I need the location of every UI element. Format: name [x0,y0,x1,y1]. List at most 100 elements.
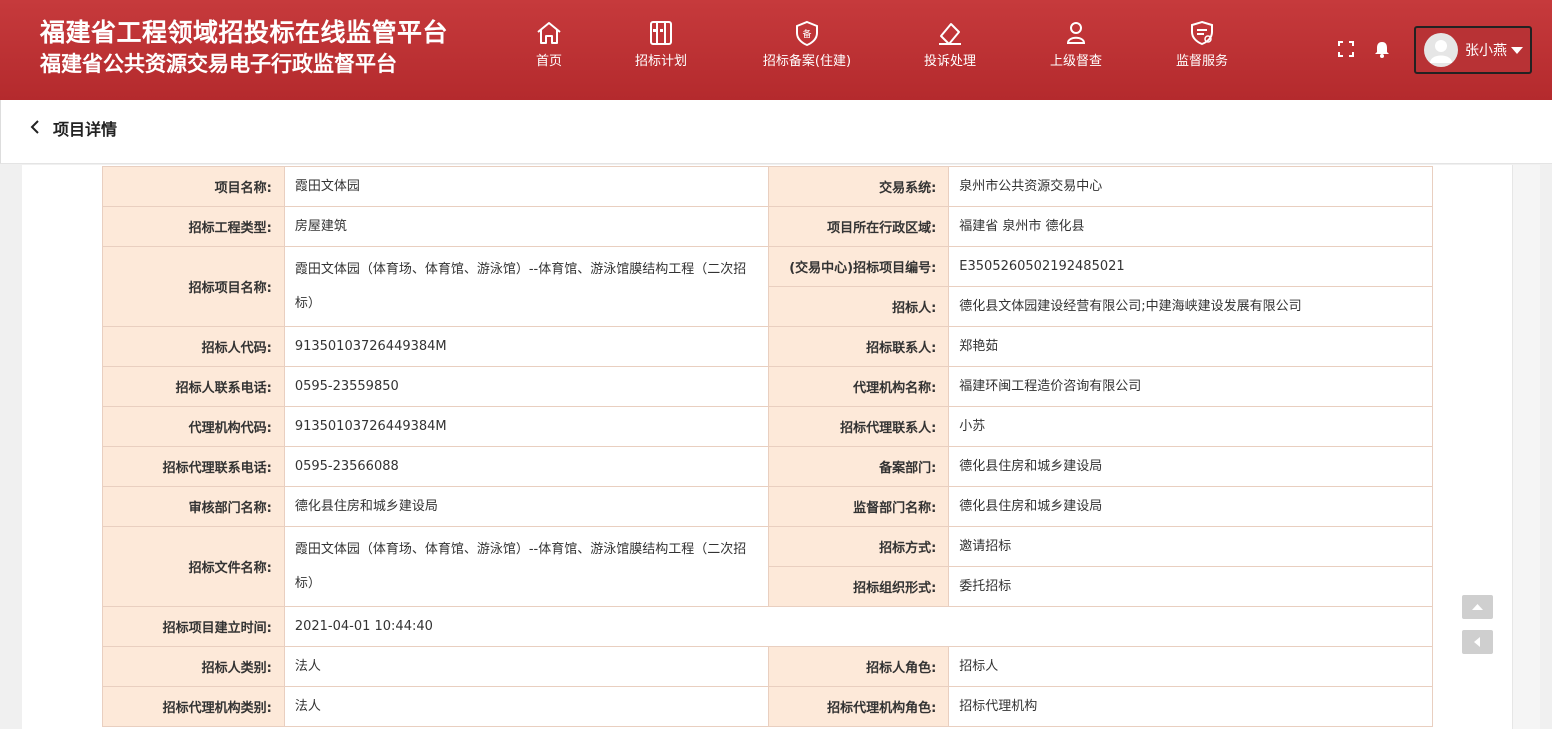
platform-brand[interactable]: 福建省工程领域招投标在线监管平台 福建省公共资源交易电子行政监督平台 [40,17,448,79]
avatar [1424,33,1458,67]
nav-bid-record-label: 招标备案(住建) [762,54,852,69]
field-label: 招标项目名称: [102,246,285,327]
table-row: 项目名称: 霞田文体园 交易系统: 泉州市公共资源交易中心 [102,166,1433,207]
table-row: 招标人联系电话: 0595-23559850 代理机构名称: 福建环闽工程造价咨… [102,366,1433,407]
field-label: 备案部门: [768,446,950,487]
supervise-dept-value: 德化县住房和城乡建设局 [948,486,1433,527]
nav-bid-plan[interactable]: 招标计划 [626,20,696,69]
nav-home-label: 首页 [535,54,562,69]
nav-bid-plan-label: 招标计划 [634,54,687,69]
agency-contact-value: 小苏 [948,406,1433,447]
table-row: 招标代理机构类别: 法人 招标代理机构角色: 招标代理机构 [102,686,1433,727]
user-menu[interactable]: 张小燕 [1414,26,1532,74]
field-label: 项目所在行政区域: [768,206,950,247]
field-label: 项目名称: [102,166,285,207]
field-label: 招标文件名称: [102,526,285,607]
plan-icon [650,21,672,45]
user-avatar-icon [1430,40,1452,63]
field-label: 交易系统: [768,166,950,207]
nav-complaint-label: 投诉处理 [923,54,976,69]
fullscreen-icon [1338,41,1354,57]
table-row: 招标代理联系电话: 0595-23566088 备案部门: 德化县住房和城乡建设… [102,446,1433,487]
field-label: 招标项目建立时间: [102,606,285,647]
bell-icon [1375,42,1389,58]
field-label: 招标人类别: [102,646,285,687]
region-value: 福建省 泉州市 德化县 [948,206,1433,247]
field-label: 招标人代码: [102,326,285,367]
back-button[interactable] [29,118,41,140]
nav-inspection-label: 上级督查 [1049,54,1102,69]
notification-button[interactable] [1373,40,1391,62]
triangle-up-icon [1472,604,1483,610]
field-label: 招标代理机构角色: [768,686,950,727]
field-label: 招标组织形式: [768,566,950,607]
field-label: 招标代理机构类别: [102,686,285,727]
table-row: 审核部门名称: 德化县住房和城乡建设局 监督部门名称: 德化县住房和城乡建设局 [102,486,1433,527]
table-row: 招标项目建立时间: 2021-04-01 10:44:40 [102,606,1434,647]
agency-name-value: 福建环闽工程造价咨询有限公司 [948,366,1433,407]
project-detail-table: 项目名称: 霞田文体园 交易系统: 泉州市公共资源交易中心 招标工程类型: 房屋… [102,166,1434,727]
home-icon [537,22,561,44]
nav-complaint[interactable]: 投诉处理 [918,20,982,69]
nav-home[interactable]: 首页 [527,20,571,69]
created-time-value: 2021-04-01 10:44:40 [283,606,1434,647]
user-name: 张小燕 [1465,43,1507,59]
table-row: 招标文件名称: 霞田文体园（体育场、体育馆、游泳馆）--体育馆、游泳馆膜结构工程… [102,526,1433,607]
nav-supervision-service[interactable]: 监督服务 [1170,20,1234,69]
inspector-icon [1066,22,1086,44]
record-dept-value: 德化县住房和城乡建设局 [948,446,1433,487]
supervision-service-icon [1191,20,1213,46]
tender-contact-value: 郑艳茹 [948,326,1433,367]
table-row: 招标工程类型: 房屋建筑 项目所在行政区域: 福建省 泉州市 德化县 [102,206,1433,247]
bid-doc-name-value: 霞田文体园（体育场、体育馆、游泳馆）--体育馆、游泳馆膜结构工程（二次招标） [283,526,770,607]
field-label: 监督部门名称: [768,486,950,527]
trade-system-value: 泉州市公共资源交易中心 [948,166,1433,207]
field-label: 招标人: [768,286,950,327]
table-row: 招标项目名称: 霞田文体园（体育场、体育馆、游泳馆）--体育馆、游泳馆膜结构工程… [102,246,1433,327]
bid-project-name-value: 霞田文体园（体育场、体育馆、游泳馆）--体育馆、游泳馆膜结构工程（二次招标） [283,246,770,327]
table-row: 招标人代码: 91350103726449384M 招标联系人: 郑艳茹 [102,326,1433,367]
top-header: 福建省工程领域招投标在线监管平台 福建省公共资源交易电子行政监督平台 首页 招标… [0,0,1552,100]
chevron-left-icon [30,120,39,134]
tenderer-type-value: 法人 [283,646,770,687]
field-label: 代理机构名称: [768,366,950,407]
field-label: 招标代理联系电话: [102,446,285,487]
field-label: 招标人角色: [768,646,950,687]
svg-text:备: 备 [802,28,811,40]
chevron-down-icon [1511,46,1523,54]
complaint-icon [939,23,961,45]
bid-org-value: 委托招标 [948,566,1433,607]
table-row: 招标人类别: 法人 招标人角色: 招标人 [102,646,1433,687]
nav-inspection[interactable]: 上级督查 [1044,20,1108,69]
triangle-left-icon [1474,637,1480,647]
page-title: 项目详情 [53,120,118,139]
field-label: 招标工程类型: [102,206,285,247]
fullscreen-button[interactable] [1337,40,1355,62]
record-shield-icon: 备 [796,20,818,46]
agency-code-value: 91350103726449384M [283,406,770,447]
tenderer-code-value: 91350103726449384M [283,326,770,367]
project-name-value: 霞田文体园 [283,166,770,207]
field-label: 招标联系人: [768,326,950,367]
field-label: 审核部门名称: [102,486,285,527]
table-row: 代理机构代码: 91350103726449384M 招标代理联系人: 小苏 [102,406,1433,447]
nav-supervision-service-label: 监督服务 [1175,54,1228,69]
bid-method-value: 邀请招标 [948,526,1433,567]
tenderer-value: 德化县文体园建设经营有限公司;中建海峡建设发展有限公司 [948,286,1433,327]
field-label: 招标方式: [768,526,950,567]
platform-title-line2: 福建省公共资源交易电子行政监督平台 [40,52,397,76]
audit-dept-value: 德化县住房和城乡建设局 [283,486,770,527]
tenderer-phone-value: 0595-23559850 [283,366,770,407]
collapse-side-button[interactable] [1462,630,1493,654]
nav-bid-record[interactable]: 备 招标备案(住建) [755,20,859,69]
field-label: 招标人联系电话: [102,366,285,407]
agency-type-value: 法人 [283,686,770,727]
field-label: 代理机构代码: [102,406,285,447]
agency-role-value: 招标代理机构 [948,686,1433,727]
scroll-gutter [1512,165,1540,729]
bid-type-value: 房屋建筑 [283,206,770,247]
scroll-top-button[interactable] [1462,595,1493,619]
agency-phone-value: 0595-23566088 [283,446,770,487]
field-label: 招标代理联系人: [768,406,950,447]
field-label: (交易中心)招标项目编号: [768,246,950,287]
